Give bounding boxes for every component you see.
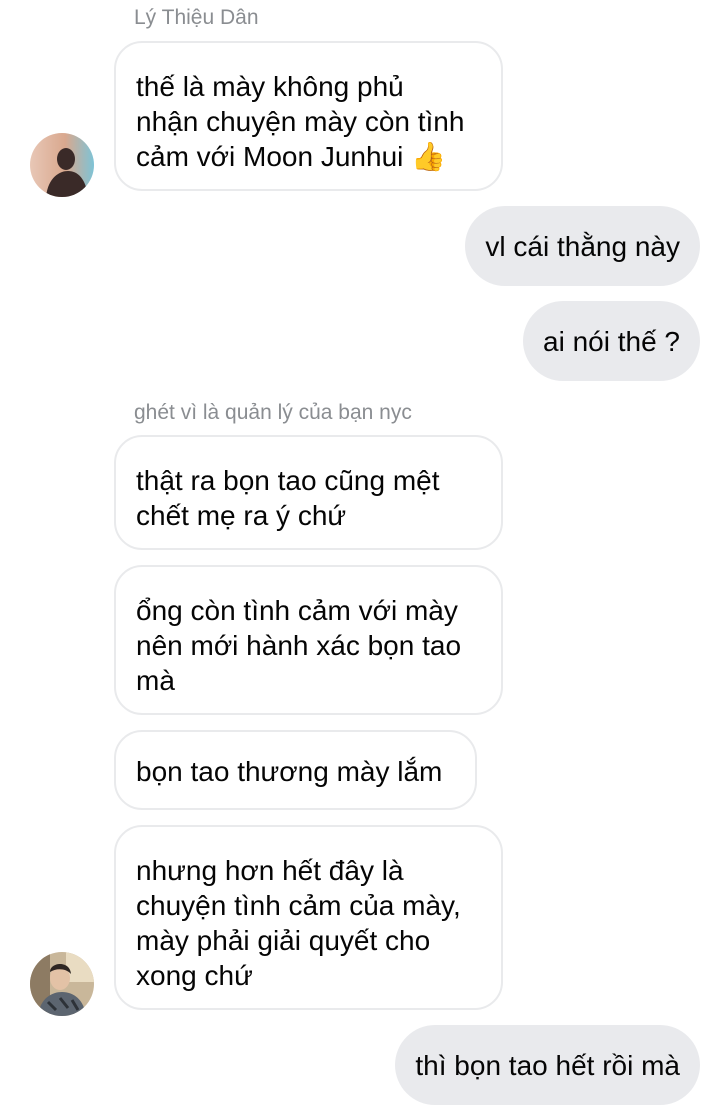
message-text: ổng còn tình cảm với mày nên mới hành xá… <box>136 595 462 696</box>
message-bubble-outgoing-2[interactable]: ai nói thế ? <box>523 301 700 381</box>
photo-avatar[interactable] <box>30 952 94 1016</box>
sender-name-1: Lý Thiệu Dân <box>134 6 259 29</box>
message-text: vl cái thằng này <box>485 230 680 262</box>
message-text: ai nói thế ? <box>543 325 680 357</box>
message-bubble-outgoing-3[interactable]: thì bọn tao hết rồi mà <box>395 1025 700 1105</box>
sender-name-2: ghét vì là quản lý của bạn nyc <box>134 401 412 424</box>
silhouette-avatar[interactable] <box>30 133 94 197</box>
avatar-image <box>30 133 94 197</box>
message-bubble-incoming-5[interactable]: nhưng hơn hết đây là chuyện tình cảm của… <box>114 825 503 1010</box>
message-bubble-incoming-3[interactable]: ổng còn tình cảm với mày nên mới hành xá… <box>114 565 503 715</box>
message-bubble-incoming-2[interactable]: thật ra bọn tao cũng mệt chết mẹ ra ý ch… <box>114 435 503 550</box>
message-text: thì bọn tao hết rồi mà <box>415 1049 680 1081</box>
message-bubble-incoming-1[interactable]: thế là mày không phủ nhận chuyện mày còn… <box>114 41 503 191</box>
message-text: thật ra bọn tao cũng mệt chết mẹ ra ý ch… <box>136 465 440 531</box>
message-text: thế là mày không phủ nhận chuyện mày còn… <box>136 71 465 172</box>
message-bubble-incoming-4[interactable]: bọn tao thương mày lắm <box>114 730 477 810</box>
message-bubble-outgoing-1[interactable]: vl cái thằng này <box>465 206 700 286</box>
avatar-image <box>30 952 94 1016</box>
message-text: nhưng hơn hết đây là chuyện tình cảm của… <box>136 855 461 991</box>
message-text: bọn tao thương mày lắm <box>136 756 443 787</box>
